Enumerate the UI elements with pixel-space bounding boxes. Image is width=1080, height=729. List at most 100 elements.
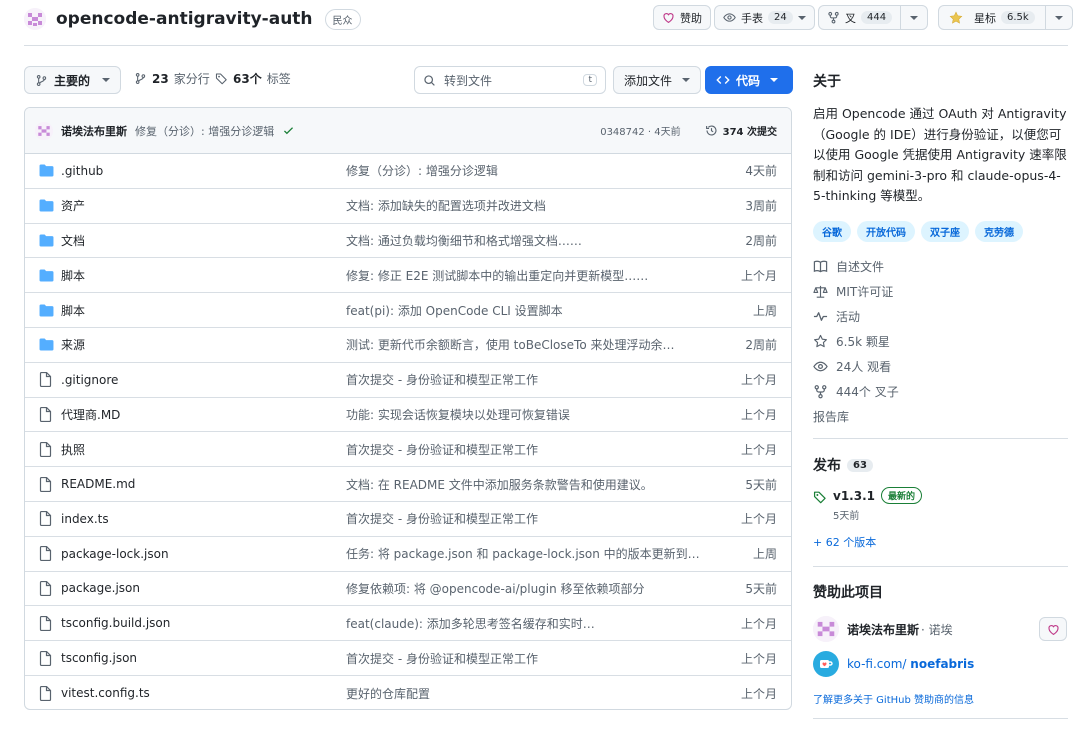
file-commit-message[interactable]: 功能: 实现会话恢复模块以处理可恢复错误 [346, 406, 726, 423]
file-commit-message[interactable]: 修复: 修正 E2E 测试脚本中的输出重定向并更新模型…… [346, 267, 726, 284]
star-dropdown[interactable] [1046, 6, 1072, 29]
file-row[interactable]: README.md 文档: 在 README 文件中添加服务条款警告和使用建议。 5… [25, 467, 791, 502]
sponsor-avatar[interactable] [813, 616, 839, 642]
file-commit-message[interactable]: 文档: 添加缺失的配置选项并改进文档 [346, 197, 726, 214]
about-link[interactable]: 24人 观看 [813, 354, 1071, 379]
go-to-file-search[interactable]: 转到文件 t [414, 66, 606, 94]
chevron-down-icon [102, 78, 111, 82]
topic-tag[interactable]: 双子座 [921, 220, 969, 242]
file-row[interactable]: package.json 修复依赖项: 将 @opencode-ai/plugin… [25, 572, 791, 607]
file-row[interactable]: .github 修复（分诊）: 增强分诊逻辑 4天前 [25, 154, 791, 189]
about-link[interactable]: MIT许可证 [813, 279, 1071, 304]
file-row[interactable]: 代理商.MD 功能: 实现会话恢复模块以处理可恢复错误 上个月 [25, 398, 791, 433]
file-name[interactable]: package.json [61, 581, 346, 595]
branches-label: 家分行 [173, 72, 210, 86]
search-shortcut-key: t [583, 74, 597, 86]
file-row[interactable]: 脚本 feat(pi): 添加 OpenCode CLI 设置脚本 上周 [25, 293, 791, 328]
file-name[interactable]: index.ts [61, 512, 346, 526]
sponsor-name[interactable]: 诺埃法布里斯 [847, 621, 919, 638]
file-name[interactable]: 代理商.MD [61, 406, 346, 423]
file-name[interactable]: vitest.config.ts [61, 686, 346, 700]
fork-dropdown[interactable] [901, 6, 927, 29]
file-name[interactable]: tsconfig.build.json [61, 616, 346, 630]
check-icon[interactable] [282, 124, 295, 137]
sponsor-heart-button[interactable] [1039, 617, 1067, 641]
repo-name[interactable]: opencode-antigravity-auth [56, 9, 313, 29]
sidebar-divider [813, 566, 1068, 567]
file-commit-message[interactable]: 首次提交 - 身份验证和模型正常工作 [346, 441, 726, 458]
file-row[interactable]: tsconfig.build.json feat(claude): 添加多轮思考签… [25, 606, 791, 642]
about-link[interactable]: 自述文件 [813, 254, 1071, 279]
branches-link[interactable]: 23 家分行 [134, 70, 210, 87]
file-name[interactable]: 资产 [61, 197, 346, 214]
topic-tag[interactable]: 谷歌 [813, 220, 851, 242]
report-repo-link[interactable]: 报告库 [813, 404, 1071, 429]
file-row[interactable]: 执照 首次提交 - 身份验证和模型正常工作 上个月 [25, 432, 791, 468]
file-commit-message[interactable]: 任务: 将 package.json 和 package-lock.json 中… [346, 545, 726, 562]
commit-hash-time[interactable]: 0348742 · 4天前 [600, 123, 680, 138]
file-commit-message[interactable]: 文档: 在 README 文件中添加服务条款警告和使用建议。 [346, 476, 726, 493]
topics-list: 谷歌 开放代码 双子座 克劳德 [813, 220, 1071, 242]
file-commit-message[interactable]: 测试: 更新代币余额断言，使用 toBeCloseTo 来处理浮动余… [346, 336, 726, 353]
file-name[interactable]: .gitignore [61, 373, 346, 387]
file-row[interactable]: 文档 文档: 通过负载均衡细节和格式增强文档…… 2周前 [25, 224, 791, 259]
sponsor-button[interactable]: 赞助 [653, 5, 711, 30]
file-row[interactable]: 来源 测试: 更新代币余额断言，使用 toBeCloseTo 来处理浮动余… 2周前 [25, 328, 791, 363]
file-commit-message[interactable]: feat(claude): 添加多轮思考签名缓存和实时… [346, 615, 726, 632]
file-row[interactable]: 资产 文档: 添加缺失的配置选项并改进文档 3周前 [25, 189, 791, 224]
latest-release[interactable]: v1.3.1 最新的 5天前 [813, 487, 1071, 522]
file-name[interactable]: 执照 [61, 441, 346, 458]
file-row[interactable]: 脚本 修复: 修正 E2E 测试脚本中的输出重定向并更新模型…… 上个月 [25, 258, 791, 294]
file-name[interactable]: tsconfig.json [61, 651, 346, 665]
more-releases-link[interactable]: + 62 个版本 [813, 534, 1071, 550]
file-name[interactable]: 脚本 [61, 302, 346, 319]
commit-message[interactable]: 修复（分诊）: 增强分诊逻辑 [135, 123, 274, 139]
file-commit-message[interactable]: 修复依赖项: 将 @opencode-ai/plugin 移至依赖项部分 [346, 580, 726, 597]
file-name[interactable]: 脚本 [61, 267, 346, 284]
author-avatar[interactable] [35, 121, 53, 140]
commit-history-link[interactable]: 374 次提交 [705, 123, 777, 138]
folder-icon [39, 199, 61, 212]
file-name[interactable]: package-lock.json [61, 547, 346, 561]
about-link-label: 自述文件 [836, 259, 885, 274]
file-commit-message[interactable]: 修复（分诊）: 增强分诊逻辑 [346, 162, 726, 179]
chevron-down-icon [797, 15, 806, 20]
file-row[interactable]: vitest.config.ts 更好的仓库配置 上个月 [25, 676, 791, 709]
fork-button[interactable]: 叉 444 [819, 6, 900, 29]
file-commit-message[interactable]: 更好的仓库配置 [346, 685, 726, 702]
file-age: 3周前 [745, 199, 777, 214]
releases-heading[interactable]: 发布 63 [813, 455, 1071, 475]
file-commit-message[interactable]: 文档: 通过负载均衡细节和格式增强文档…… [346, 232, 726, 249]
file-name[interactable]: README.md [61, 477, 346, 491]
file-name[interactable]: 文档 [61, 232, 346, 249]
about-link[interactable]: 6.5k 颗星 [813, 329, 1071, 354]
file-row[interactable]: .gitignore 首次提交 - 身份验证和模型正常工作 上个月 [25, 363, 791, 398]
watch-button[interactable]: 手表 24 [714, 5, 815, 30]
file-commit-message[interactable]: 首次提交 - 身份验证和模型正常工作 [346, 371, 726, 388]
commit-author[interactable]: 诺埃法布里斯 [61, 123, 127, 139]
kofi-link-row[interactable]: ko-fi.com/ noefabris [813, 651, 1071, 677]
file-commit-message[interactable]: 首次提交 - 身份验证和模型正常工作 [346, 650, 726, 667]
code-button[interactable]: 代码 [705, 66, 793, 94]
file-row[interactable]: index.ts 首次提交 - 身份验证和模型正常工作 上个月 [25, 502, 791, 537]
file-commit-message[interactable]: 首次提交 - 身份验证和模型正常工作 [346, 510, 726, 527]
about-link[interactable]: 444个 叉子 [813, 379, 1071, 404]
file-name[interactable]: 来源 [61, 336, 346, 353]
latest-commit-bar: 诺埃法布里斯 修复（分诊）: 增强分诊逻辑 0348742 · 4天前 374 … [25, 108, 791, 154]
about-link[interactable]: 活动 [813, 304, 1071, 329]
file-row[interactable]: package-lock.json 任务: 将 package.json 和 pa… [25, 537, 791, 572]
branch-selector[interactable]: 主要的 [24, 66, 122, 94]
tags-link[interactable]: 63个 标签 [215, 70, 291, 87]
learn-sponsors-link[interactable]: 了解更多关于 GitHub 赞助商的信息 [813, 691, 1071, 706]
file-commit-message[interactable]: feat(pi): 添加 OpenCode CLI 设置脚本 [346, 302, 726, 319]
topic-tag[interactable]: 克劳德 [975, 220, 1023, 242]
star-button[interactable]: 星标 6.5k [939, 6, 1045, 29]
topic-tag[interactable]: 开放代码 [857, 220, 915, 242]
star-count: 6.5k [1001, 11, 1035, 24]
add-file-button[interactable]: 添加文件 [613, 66, 702, 94]
file-name[interactable]: .github [61, 164, 346, 178]
kofi-user: noefabris [910, 657, 975, 671]
repo-owner-avatar[interactable] [24, 8, 46, 30]
file-row[interactable]: tsconfig.json 首次提交 - 身份验证和模型正常工作 上个月 [25, 641, 791, 676]
branch-name: 主要的 [54, 73, 91, 88]
